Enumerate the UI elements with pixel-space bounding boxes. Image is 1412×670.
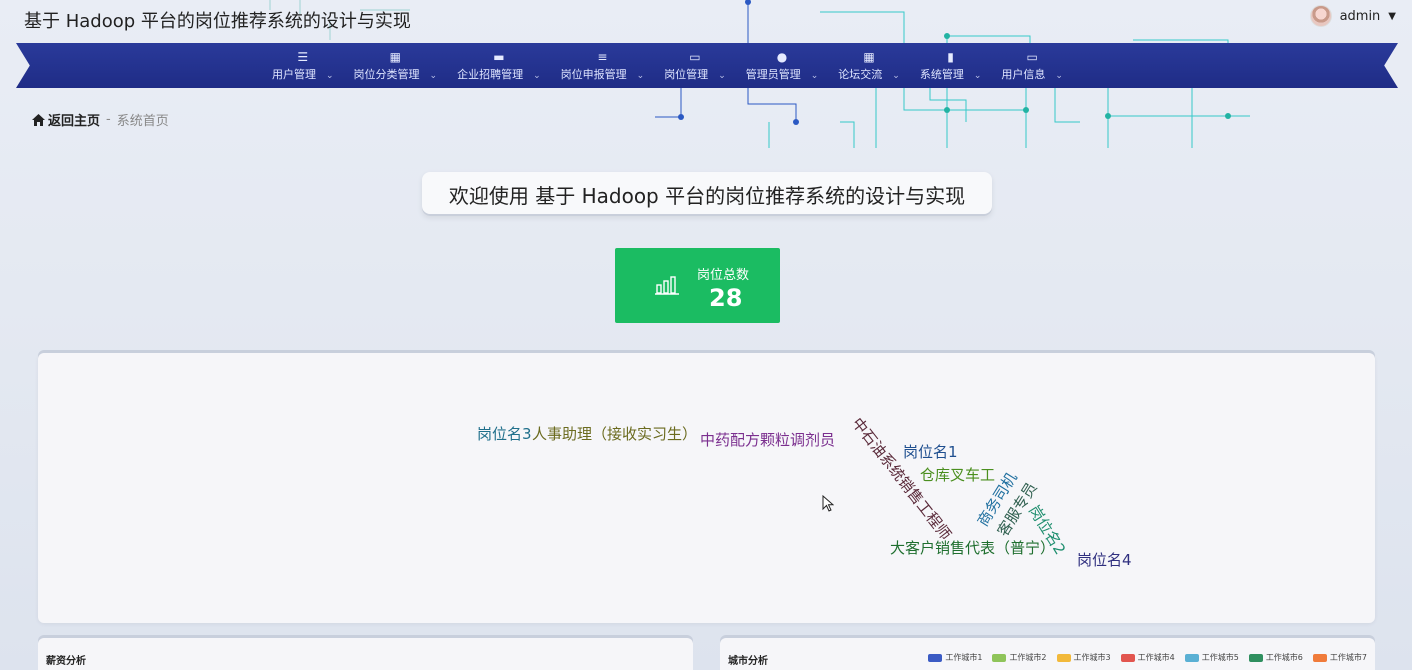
app-title: 基于 Hadoop 平台的岗位推荐系统的设计与实现 <box>24 11 411 32</box>
chevron-down-icon: ⌄ <box>892 70 900 81</box>
chevron-down-icon: ⌄ <box>973 70 982 81</box>
nav-item-label: 管理员管理 ⌄ <box>746 66 819 82</box>
grid-icon: ▦ <box>389 49 401 64</box>
chevron-down-icon: ⌄ <box>718 70 726 81</box>
nav-item-text: 岗位管理 <box>664 67 709 81</box>
nav-item-7[interactable]: ▮ 系统管理 ⌄ <box>910 43 992 88</box>
legend-label: 工作城市3 <box>1073 653 1111 662</box>
avatar[interactable] <box>1309 5 1332 27</box>
wordcloud-word[interactable]: 仓库叉车工 <box>920 464 995 485</box>
main-nav: ☰ 用户管理 ⌄ ▦ 岗位分类管理 ⌄ ▬ 企业招聘管理 ⌄ ≡ 岗位申报管理 ⌄ ▭ 岗位管理 ⌄ ● 管理员… <box>16 43 1398 88</box>
legend-swatch <box>928 653 943 662</box>
chevron-down-icon: ⌄ <box>326 70 334 81</box>
nav-item-text: 岗位申报管理 <box>560 67 627 81</box>
legend-swatch <box>992 653 1007 662</box>
nav-item-text: 岗位分类管理 <box>353 67 420 81</box>
welcome-banner: 欢迎使用 基于 Hadoop 平台的岗位推荐系统的设计与实现 <box>422 172 992 216</box>
stat-label: 岗位总数 <box>697 268 750 283</box>
breadcrumb-home-label[interactable]: 返回主页 <box>48 110 100 129</box>
legend-swatch <box>1184 653 1199 662</box>
salary-panel: 薪资分析 <box>38 638 693 670</box>
breadcrumb-separator: - <box>106 112 111 127</box>
sliders-icon: ≡ <box>597 49 608 64</box>
nav-item-label: 岗位分类管理 ⌄ <box>354 66 438 82</box>
chevron-down-icon: ⌄ <box>533 70 541 81</box>
nav-item-5[interactable]: ● 管理员管理 ⌄ <box>736 43 829 88</box>
grid-icon: ▦ <box>863 49 875 64</box>
caret-down-icon[interactable]: ▼ <box>1388 11 1396 22</box>
mouse-cursor-icon <box>822 495 834 512</box>
user-menu[interactable]: admin ▼ <box>1309 5 1396 27</box>
wordcloud-word[interactable]: 岗位名3 <box>477 423 532 444</box>
breadcrumb-current: 系统首页 <box>116 114 169 129</box>
job-wordcloud-panel: 岗位名3 人事助理（接收实习生） 中药配方颗粒调剂员 中石油系统销售工程师 岗位名1 仓库… <box>38 353 1375 623</box>
legend-label: 工作城市7 <box>1329 653 1367 662</box>
legend-item[interactable]: 工作城市2 <box>992 652 1047 663</box>
nav-item-text: 用户信息 <box>1001 67 1046 81</box>
user-icon: ● <box>776 49 788 64</box>
legend-label: 工作城市1 <box>945 653 983 662</box>
city-panel-title: 城市分析 <box>728 656 768 667</box>
chevron-down-icon: ⌄ <box>810 70 819 81</box>
nav-item-label: 论坛交流 ⌄ <box>838 66 900 82</box>
nav-item-text: 企业招聘管理 <box>457 67 524 81</box>
nav-items: ☰ 用户管理 ⌄ ▦ 岗位分类管理 ⌄ ▬ 企业招聘管理 ⌄ ≡ 岗位申报管理 ⌄ ▭ 岗位管理 ⌄ ● 管理员… <box>262 43 1073 88</box>
wordcloud-word[interactable]: 岗位名1 <box>903 441 958 462</box>
nav-item-label: 用户管理 ⌄ <box>272 66 334 82</box>
monitor-icon: ▬ <box>493 49 505 64</box>
nav-item-label: 用户信息 ⌄ <box>1001 66 1063 82</box>
wordcloud-word[interactable]: 中药配方颗粒调剂员 <box>700 429 835 450</box>
legend-item[interactable]: 工作城市5 <box>1184 652 1239 663</box>
nav-item-text: 管理员管理 <box>745 67 801 81</box>
legend-label: 工作城市4 <box>1137 653 1175 662</box>
legend-swatch <box>1120 653 1135 662</box>
breadcrumb-home-link[interactable]: 返回主页 <box>32 110 100 129</box>
chevron-down-icon: ⌄ <box>636 70 645 81</box>
bar-chart-icon <box>655 276 679 295</box>
ticket-icon: ▭ <box>689 49 701 64</box>
list-icon: ☰ <box>297 49 309 64</box>
wordcloud-word[interactable]: 岗位名4 <box>1077 549 1132 570</box>
city-panel: 城市分析 工作城市1 工作城市2 工作城市3 工作城市4 工作城市5 工作城市6 工作城市7 <box>720 638 1375 670</box>
nav-item-4[interactable]: ▭ 岗位管理 ⌄ <box>654 43 736 88</box>
top-bar: 基于 Hadoop 平台的岗位推荐系统的设计与实现 admin ▼ <box>0 0 1412 40</box>
nav-item-0[interactable]: ☰ 用户管理 ⌄ <box>262 43 344 88</box>
legend-item[interactable]: 工作城市4 <box>1120 652 1175 663</box>
wordcloud-word[interactable]: 大客户销售代表（普宁） <box>890 537 1055 558</box>
legend-item[interactable]: 工作城市6 <box>1248 652 1303 663</box>
nav-item-label: 岗位管理 ⌄ <box>664 66 726 82</box>
legend-item[interactable]: 工作城市1 <box>928 652 982 663</box>
bar-chart-icon: ▮ <box>947 49 954 64</box>
legend-item[interactable]: 工作城市3 <box>1056 652 1111 663</box>
nav-item-text: 用户管理 <box>272 67 316 81</box>
stat-card-total-jobs: 岗位总数 28 <box>615 248 780 323</box>
home-icon <box>32 113 45 126</box>
nav-item-text: 系统管理 <box>919 67 964 81</box>
nav-item-text: 论坛交流 <box>838 67 883 81</box>
legend-swatch <box>1312 653 1327 662</box>
wordcloud-word[interactable]: 人事助理（接收实习生） <box>532 423 697 444</box>
nav-item-label: 岗位申报管理 ⌄ <box>561 66 645 82</box>
legend-label: 工作城市2 <box>1009 653 1047 662</box>
legend-label: 工作城市5 <box>1201 653 1239 662</box>
city-legend: 工作城市1 工作城市2 工作城市3 工作城市4 工作城市5 工作城市6 工作城市7 <box>928 652 1367 663</box>
stat-value: 28 <box>709 284 743 312</box>
nav-item-label: 企业招聘管理 ⌄ <box>457 66 541 82</box>
breadcrumb: 返回主页 - 系统首页 <box>32 110 169 129</box>
nav-item-3[interactable]: ≡ 岗位申报管理 ⌄ <box>551 43 655 88</box>
legend-label: 工作城市6 <box>1265 653 1303 662</box>
nav-item-6[interactable]: ▦ 论坛交流 ⌄ <box>828 43 910 88</box>
nav-item-8[interactable]: ▭ 用户信息 ⌄ <box>991 43 1073 88</box>
chevron-down-icon: ⌄ <box>429 70 438 81</box>
legend-swatch <box>1248 653 1263 662</box>
nav-item-1[interactable]: ▦ 岗位分类管理 ⌄ <box>344 43 448 88</box>
card-icon: ▭ <box>1026 49 1038 64</box>
chevron-down-icon: ⌄ <box>1055 70 1063 81</box>
salary-panel-title: 薪资分析 <box>46 656 86 667</box>
legend-swatch <box>1056 653 1071 662</box>
legend-item[interactable]: 工作城市7 <box>1312 652 1367 663</box>
nav-item-2[interactable]: ▬ 企业招聘管理 ⌄ <box>447 43 551 88</box>
user-name[interactable]: admin <box>1340 9 1381 24</box>
nav-item-label: 系统管理 ⌄ <box>920 66 982 82</box>
